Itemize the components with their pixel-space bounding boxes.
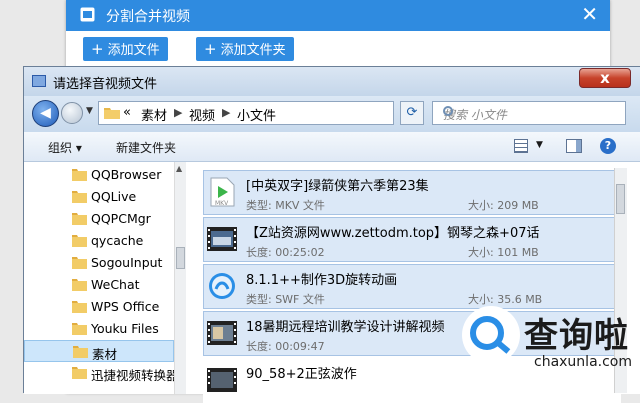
forward-arrow-icon[interactable] bbox=[61, 102, 83, 124]
dialog-window-icon bbox=[32, 75, 46, 87]
app-close-icon[interactable]: ✕ bbox=[581, 2, 598, 26]
video-thumbnail-icon bbox=[207, 227, 237, 251]
help-icon[interactable]: ? bbox=[600, 138, 616, 154]
add-folder-label: 添加文件夹 bbox=[220, 43, 286, 58]
magnifier-logo-icon bbox=[470, 316, 504, 350]
file-item[interactable]: 【Z站资源网www.zettodm.top】钢琴之森+07话 长度: 00:25… bbox=[203, 217, 621, 262]
sidebar-item-label: Youku Files bbox=[91, 321, 159, 336]
navigation-pane: QQBrowser QQLive QQPCMgr qycache SogouIn… bbox=[24, 162, 186, 394]
file-name: 18暑期远程培训教学设计讲解视频 bbox=[246, 320, 445, 335]
file-name: [中英双字]绿箭侠第六季第23集 bbox=[246, 179, 429, 194]
sidebar-item-label: QQBrowser bbox=[91, 167, 162, 182]
folder-icon bbox=[72, 323, 87, 335]
search-icon bbox=[443, 106, 453, 116]
navigation-bar: ◀ ▼ « 素材 ▶ 视频 ▶ 小文件 ▼ ⟳ 搜索 小文件 bbox=[24, 96, 640, 132]
dialog-title: 请选择音视频文件 bbox=[53, 77, 158, 92]
scroll-thumb[interactable] bbox=[616, 184, 625, 214]
new-folder-button[interactable]: 新建文件夹 bbox=[116, 139, 176, 156]
file-size: 大小: 101 MB bbox=[468, 246, 539, 259]
folder-icon bbox=[72, 235, 87, 247]
breadcrumb-item[interactable]: 视频 bbox=[189, 105, 215, 124]
file-name: 90_58+2正弦波作 bbox=[246, 367, 357, 382]
sidebar-item-sucai[interactable]: 素材 bbox=[24, 340, 174, 362]
folder-icon bbox=[72, 191, 87, 203]
breadcrumb-overflow[interactable]: « bbox=[123, 105, 131, 120]
sidebar-item-label: WPS Office bbox=[91, 299, 160, 314]
sidebar-item-label: 素材 bbox=[92, 347, 118, 362]
svg-text:MKV: MKV bbox=[215, 200, 229, 207]
navigation-scrollbar[interactable]: ▲ bbox=[174, 162, 186, 394]
app-titlebar: 分割合并视频 ✕ bbox=[66, 0, 610, 31]
app-logo-icon bbox=[80, 7, 95, 22]
video-thumbnail-icon bbox=[207, 368, 237, 392]
sidebar-item-label: qycache bbox=[91, 233, 144, 248]
view-options-icon[interactable] bbox=[514, 139, 528, 153]
file-duration: 长度: 00:25:02 bbox=[246, 246, 325, 259]
folder-icon bbox=[72, 301, 87, 313]
add-folder-button[interactable]: + 添加文件夹 bbox=[196, 37, 294, 61]
file-type: 类型: MKV 文件 bbox=[246, 199, 325, 212]
sidebar-item-label: SogouInput bbox=[91, 255, 163, 270]
folder-icon bbox=[72, 279, 87, 291]
refresh-icon[interactable]: ⟳ bbox=[400, 101, 424, 125]
watermark-text-en: chaxunla.com bbox=[534, 354, 632, 370]
dialog-close-button[interactable]: x bbox=[579, 68, 631, 88]
sidebar-item-qqlive[interactable]: QQLive bbox=[24, 186, 174, 208]
folder-icon bbox=[73, 346, 88, 358]
address-bar[interactable]: « 素材 ▶ 视频 ▶ 小文件 ▼ bbox=[98, 101, 462, 125]
breadcrumb-item[interactable]: 素材 bbox=[141, 105, 167, 124]
file-type: 类型: SWF 文件 bbox=[246, 293, 325, 306]
search-input[interactable]: 搜索 小文件 bbox=[432, 101, 626, 125]
sidebar-item-label: QQLive bbox=[91, 189, 137, 204]
watermark-logo: 查询啦 chaxunla.com bbox=[446, 300, 640, 393]
folder-icon bbox=[72, 367, 87, 379]
sidebar-item-wps-office[interactable]: WPS Office bbox=[24, 296, 174, 318]
dialog-toolbar: 组织 ▾ 新建文件夹 ▼ ? bbox=[24, 132, 640, 162]
plus-icon: + bbox=[204, 40, 217, 58]
back-arrow-icon[interactable]: ◀ bbox=[32, 100, 59, 127]
view-dropdown-icon[interactable]: ▼ bbox=[536, 140, 543, 150]
swf-icon bbox=[209, 273, 235, 299]
folder-icon bbox=[72, 257, 87, 269]
scroll-up-icon[interactable]: ▲ bbox=[176, 164, 182, 173]
add-file-label: 添加文件 bbox=[107, 43, 160, 58]
file-item[interactable]: MKV [中英双字]绿箭侠第六季第23集 类型: MKV 文件 大小: 209 … bbox=[203, 170, 621, 215]
video-thumbnail-icon bbox=[207, 321, 237, 345]
folder-icon bbox=[72, 169, 87, 181]
sidebar-item-sogouinput[interactable]: SogouInput bbox=[24, 252, 174, 274]
folder-icon bbox=[104, 108, 120, 119]
breadcrumb-item[interactable]: 小文件 bbox=[237, 105, 276, 124]
breadcrumb-separator-icon[interactable]: ▶ bbox=[174, 106, 182, 119]
file-name: 8.1.1++制作3D旋转动画 bbox=[246, 273, 398, 288]
folder-icon bbox=[72, 213, 87, 225]
scroll-thumb[interactable] bbox=[176, 247, 185, 269]
sidebar-item-label: WeChat bbox=[91, 277, 140, 292]
history-dropdown-icon[interactable]: ▼ bbox=[86, 106, 93, 116]
sidebar-item-youku-files[interactable]: Youku Files bbox=[24, 318, 174, 340]
sidebar-item-video-converter[interactable]: 迅捷视频转换器 bbox=[24, 362, 179, 384]
sidebar-item-label: QQPCMgr bbox=[91, 211, 151, 226]
sidebar-item-wechat[interactable]: WeChat bbox=[24, 274, 174, 296]
preview-pane-icon[interactable] bbox=[566, 139, 582, 153]
dialog-titlebar: 请选择音视频文件 x bbox=[24, 67, 640, 96]
sidebar-item-qycache[interactable]: qycache bbox=[24, 230, 174, 252]
file-duration: 长度: 00:09:47 bbox=[246, 340, 325, 353]
file-name: 【Z站资源网www.zettodm.top】钢琴之森+07话 bbox=[246, 226, 540, 241]
sidebar-item-qqbrowser[interactable]: QQBrowser bbox=[24, 164, 174, 186]
mkv-icon: MKV bbox=[210, 177, 235, 207]
sidebar-item-qqpcmgr[interactable]: QQPCMgr bbox=[24, 208, 174, 230]
watermark-text-cn: 查询啦 bbox=[524, 316, 629, 356]
app-title: 分割合并视频 bbox=[106, 9, 190, 25]
plus-icon: + bbox=[91, 40, 104, 58]
organize-menu-button[interactable]: 组织 ▾ bbox=[48, 139, 82, 156]
breadcrumb-separator-icon[interactable]: ▶ bbox=[222, 106, 230, 119]
file-size: 大小: 209 MB bbox=[468, 199, 539, 212]
add-file-button[interactable]: + 添加文件 bbox=[83, 37, 168, 61]
sidebar-item-label: 迅捷视频转换器 bbox=[91, 368, 179, 383]
